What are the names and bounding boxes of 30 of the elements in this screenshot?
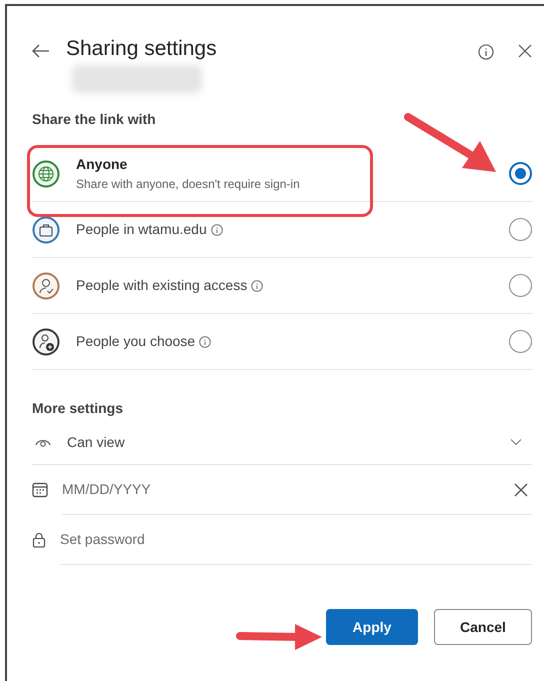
cancel-button[interactable]: Cancel xyxy=(434,609,532,646)
share-option[interactable]: People in wtamu.edu xyxy=(32,202,532,258)
date-field[interactable]: MM/DD/YYYY xyxy=(62,479,514,500)
radio-button[interactable] xyxy=(509,218,532,242)
calendar-icon xyxy=(32,482,48,498)
chevron-down-icon xyxy=(510,438,522,446)
apply-button[interactable]: Apply xyxy=(326,609,418,646)
radio-button[interactable] xyxy=(509,162,532,186)
option-label: People you choose xyxy=(76,332,196,352)
close-button[interactable] xyxy=(518,44,532,58)
permission-dropdown[interactable]: Can view xyxy=(67,434,532,450)
back-button[interactable] xyxy=(32,44,50,58)
dialog-title: Sharing settings xyxy=(66,36,218,62)
section-heading: Share the link with xyxy=(32,110,157,130)
clear-button[interactable] xyxy=(514,482,528,497)
share-option[interactable]: People you choose xyxy=(32,314,532,370)
option-description: Share with anyone, doesn't require sign-in xyxy=(76,176,300,194)
share-option[interactable]: People with existing access xyxy=(32,258,532,314)
info-button[interactable] xyxy=(478,44,494,60)
radio-button[interactable] xyxy=(509,330,532,354)
section-heading: More settings xyxy=(32,399,124,418)
info-icon[interactable] xyxy=(210,224,223,236)
option-label: People with existing access xyxy=(76,276,248,296)
option-label: People in wtamu.edu xyxy=(76,220,207,240)
radio-button[interactable] xyxy=(509,274,532,298)
info-icon[interactable] xyxy=(251,280,264,292)
info-icon[interactable] xyxy=(199,336,212,348)
lock-icon xyxy=(32,532,46,548)
password-field[interactable]: Set password xyxy=(60,529,532,550)
option-label: Anyone xyxy=(76,155,128,174)
